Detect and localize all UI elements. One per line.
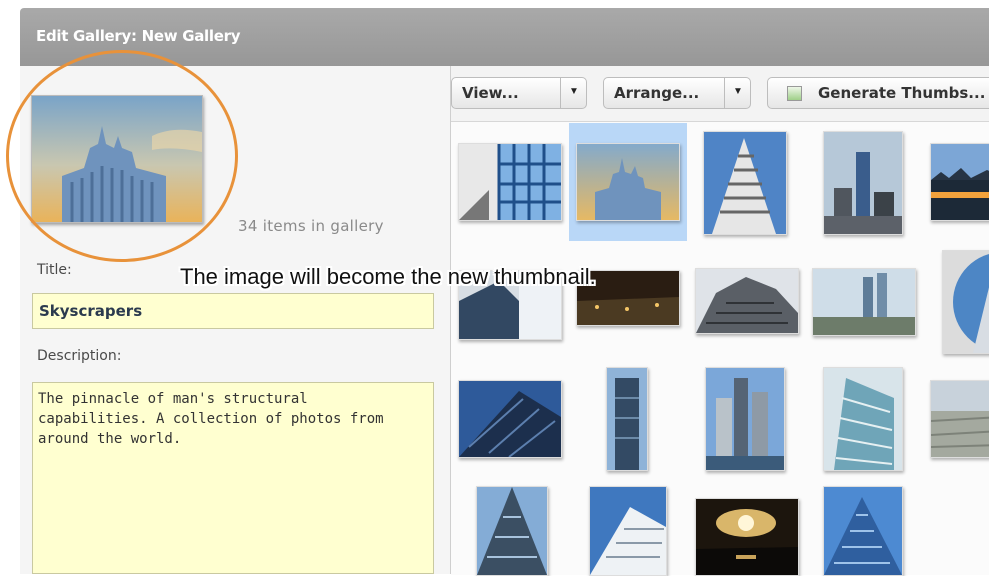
thumbnail-item[interactable]	[942, 250, 989, 354]
thumbnail-item[interactable]	[823, 131, 903, 235]
generate-thumbs-label: Generate Thumbs...	[818, 84, 986, 102]
thumbnail-item[interactable]	[606, 367, 648, 471]
highlight-circle	[6, 50, 238, 262]
chevron-down-icon: ▼	[569, 86, 579, 97]
description-field[interactable]: The pinnacle of man's structural capabil…	[32, 382, 434, 574]
thumbnail-item[interactable]	[703, 131, 787, 235]
thumbnail-item[interactable]	[823, 486, 903, 576]
tooltip-caption: The image will become the new thumbnail.	[180, 264, 596, 289]
thumbnail-item[interactable]	[458, 143, 562, 221]
arrange-dropdown-label: Arrange...	[614, 84, 700, 102]
arrange-dropdown[interactable]: Arrange... ▼	[603, 77, 751, 109]
arrange-dropdown-arrow: ▼	[724, 78, 750, 108]
thumbnail-item[interactable]	[458, 380, 562, 458]
thumbnail-item[interactable]	[823, 367, 903, 471]
thumbnail-item[interactable]	[705, 367, 785, 471]
thumbnail-item[interactable]	[930, 143, 989, 221]
dialog-title: Edit Gallery: New Gallery	[36, 27, 241, 45]
chevron-down-icon: ▼	[733, 86, 743, 97]
description-label: Description:	[37, 348, 122, 364]
thumbnail-item[interactable]	[812, 268, 916, 336]
title-label: Title:	[37, 262, 72, 278]
generate-thumbs-button[interactable]: Generate Thumbs...	[767, 77, 989, 109]
thumbnail-item-selected[interactable]	[576, 143, 680, 221]
view-dropdown-arrow: ▼	[560, 78, 586, 108]
image-icon	[787, 86, 802, 101]
thumbnail-item[interactable]	[930, 380, 989, 458]
thumbnail-item[interactable]	[695, 268, 799, 334]
thumbnail-item[interactable]	[476, 486, 548, 576]
thumbnail-item[interactable]	[589, 486, 667, 576]
item-count: 34 items in gallery	[238, 217, 384, 235]
view-dropdown-label: View...	[462, 84, 519, 102]
thumbnail-item[interactable]	[695, 498, 799, 576]
view-dropdown[interactable]: View... ▼	[451, 77, 587, 109]
title-field[interactable]: Skyscrapers	[32, 293, 434, 329]
